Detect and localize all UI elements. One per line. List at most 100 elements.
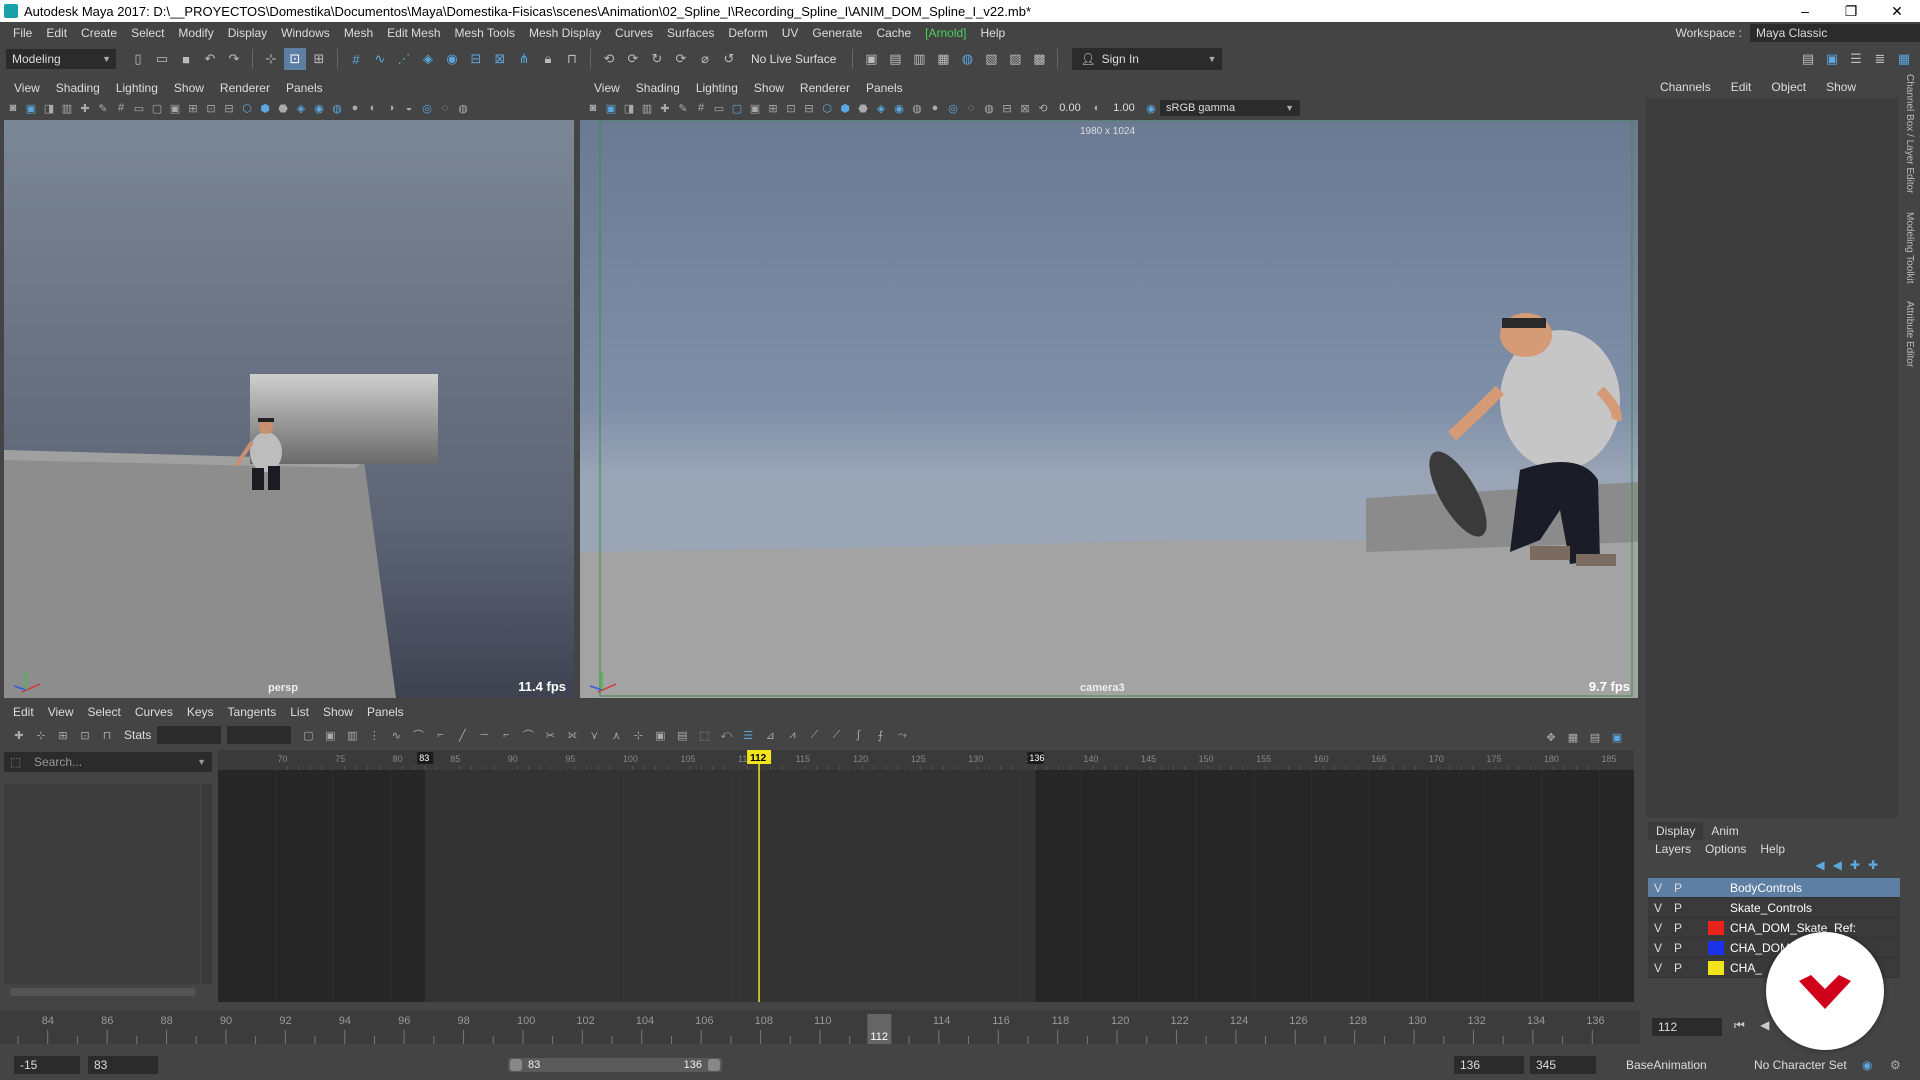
layer-visibility-toggle[interactable]: V bbox=[1648, 941, 1668, 955]
ambient-occlusion-icon[interactable]: ● bbox=[346, 99, 364, 117]
grid-icon[interactable]: # bbox=[112, 99, 130, 117]
xray-joints-icon[interactable]: ◍ bbox=[454, 99, 472, 117]
grease-pencil-icon[interactable]: ✎ bbox=[674, 99, 692, 117]
magnet-icon[interactable]: ⋔ bbox=[513, 48, 535, 70]
time-editor-icon[interactable]: ▣ bbox=[1606, 728, 1628, 746]
menu-modify[interactable]: Modify bbox=[171, 26, 220, 40]
wireframe-on-shaded-icon[interactable]: ⬣ bbox=[274, 99, 292, 117]
make-live-icon[interactable]: ◉ bbox=[441, 48, 463, 70]
pre-infinity-icon[interactable]: ⟋ bbox=[803, 726, 825, 744]
stacked-view-icon[interactable]: ☰ bbox=[737, 726, 759, 744]
layer-row[interactable]: V P BodyControls bbox=[1648, 878, 1900, 898]
preferences-icon[interactable]: ⚙ bbox=[1890, 1056, 1901, 1074]
layer-color-swatch[interactable] bbox=[1708, 940, 1724, 955]
textured-icon[interactable]: ◈ bbox=[292, 99, 310, 117]
tab-anim[interactable]: Anim bbox=[1703, 822, 1746, 840]
smooth-shade-icon[interactable]: ⬢ bbox=[256, 99, 274, 117]
layer-playback-toggle[interactable]: P bbox=[1668, 921, 1688, 935]
tab-attribute-editor[interactable]: Attribute Editor bbox=[1904, 301, 1915, 367]
layer-playback-toggle[interactable]: P bbox=[1668, 901, 1688, 915]
anim-layer-dropdown[interactable]: BaseAnimation bbox=[1626, 1056, 1707, 1074]
graph-menu-show[interactable]: Show bbox=[316, 705, 360, 719]
toggle-channel-box-icon[interactable]: ▩ bbox=[1028, 48, 1050, 70]
pan-zoom-icon[interactable]: ✚ bbox=[76, 99, 94, 117]
lock-tangent-weight-icon[interactable]: ⋏ bbox=[605, 726, 627, 744]
menu-create[interactable]: Create bbox=[74, 26, 124, 40]
toggle-channel-box-layout-icon[interactable]: ▦ bbox=[1893, 48, 1915, 70]
menu-mesh[interactable]: Mesh bbox=[337, 26, 380, 40]
safe-title-icon[interactable]: ⊟ bbox=[800, 99, 818, 117]
move-layer-up-icon[interactable]: ◀ bbox=[1815, 858, 1832, 872]
xray-icon[interactable]: ◌ bbox=[962, 99, 980, 117]
menu-curves[interactable]: Curves bbox=[608, 26, 660, 40]
resolution-gate-icon[interactable]: ▢ bbox=[148, 99, 166, 117]
layer-row[interactable]: V P Skate_Controls bbox=[1648, 898, 1900, 918]
graph-menu-keys[interactable]: Keys bbox=[180, 705, 221, 719]
snap-curve-icon[interactable]: ∿ bbox=[369, 48, 391, 70]
auto-load-icon[interactable]: ⊹ bbox=[627, 726, 649, 744]
safe-action-icon[interactable]: ⊡ bbox=[782, 99, 800, 117]
camera-attributes-icon[interactable]: ▣ bbox=[602, 99, 620, 117]
persp-viewport[interactable]: persp 11.4 fps bbox=[4, 120, 574, 698]
toggle-outliner-icon[interactable]: ≣ bbox=[1869, 48, 1891, 70]
graph-area[interactable]: 7075808590951001051101151201251301351401… bbox=[218, 750, 1634, 1002]
viewport-menu-view[interactable]: View bbox=[586, 81, 628, 95]
gamma-icon[interactable]: ◐ bbox=[1088, 99, 1106, 117]
range-start-handle[interactable] bbox=[510, 1059, 522, 1071]
image-plane-icon[interactable]: ▥ bbox=[638, 99, 656, 117]
layer-row[interactable]: V P CHA_DOM_Skate_Ref: bbox=[1648, 918, 1900, 938]
input-output-icon[interactable]: ⊟ bbox=[465, 48, 487, 70]
safe-title-icon[interactable]: ⊟ bbox=[220, 99, 238, 117]
viewport-menu-lighting[interactable]: Lighting bbox=[108, 81, 166, 95]
clamped-tangent-icon[interactable]: ⌐ bbox=[429, 726, 451, 744]
menu-surfaces[interactable]: Surfaces bbox=[660, 26, 721, 40]
free-tangent-weight-icon[interactable]: ⋎ bbox=[583, 726, 605, 744]
gate-mask-icon[interactable]: ▣ bbox=[746, 99, 764, 117]
new-layer-icon[interactable]: ✚ bbox=[1850, 858, 1868, 872]
viewport-menu-renderer[interactable]: Renderer bbox=[792, 81, 858, 95]
auto-key-icon[interactable]: ◉ bbox=[1862, 1056, 1872, 1074]
motion-blur-icon[interactable]: ◐ bbox=[364, 99, 382, 117]
menu-help[interactable]: Help bbox=[974, 26, 1013, 40]
sign-in-dropdown[interactable]: 👤︎ Sign In ▼ bbox=[1072, 48, 1223, 70]
render-globals-icon[interactable]: ▦ bbox=[932, 48, 954, 70]
graph-menu-panels[interactable]: Panels bbox=[360, 705, 411, 719]
layer-color-swatch[interactable] bbox=[1708, 920, 1724, 935]
viewport-menu-shading[interactable]: Shading bbox=[628, 81, 688, 95]
channel-box-menu-show[interactable]: Show bbox=[1816, 80, 1866, 94]
toggle-grid-icon[interactable]: ⊠ bbox=[1016, 99, 1034, 117]
outliner-vertical-scrollbar[interactable] bbox=[202, 784, 212, 984]
time-slider[interactable]: 84 86 88 90 92 94 96 98 100 102 104 106 108 110 112 114… bbox=[0, 1004, 1640, 1048]
camera-icon[interactable]: ◙ bbox=[584, 99, 602, 117]
select-component-icon[interactable]: ⊞ bbox=[308, 48, 330, 70]
render-sequence-icon[interactable]: ▤ bbox=[884, 48, 906, 70]
color-management-icon[interactable]: ◉ bbox=[1142, 99, 1160, 117]
color-space-dropdown[interactable]: sRGB gamma ▼ bbox=[1160, 100, 1300, 116]
unify-tangents-icon[interactable]: ⟗ bbox=[561, 726, 583, 744]
all-lights-icon[interactable]: ◉ bbox=[310, 99, 328, 117]
curve-filter-icon[interactable]: ⊿ bbox=[759, 726, 781, 744]
layer-visibility-toggle[interactable]: V bbox=[1648, 961, 1668, 975]
resample-icon[interactable]: ⩘ bbox=[781, 726, 803, 744]
menu-edit-mesh[interactable]: Edit Mesh bbox=[380, 26, 447, 40]
camera-attributes-icon[interactable]: ▣ bbox=[22, 99, 40, 117]
wireframe-icon[interactable]: ⬡ bbox=[818, 99, 836, 117]
center-current-time-icon[interactable]: ⋮ bbox=[363, 726, 385, 744]
viewport-menu-lighting[interactable]: Lighting bbox=[688, 81, 746, 95]
xray-icon[interactable]: ◌ bbox=[436, 99, 454, 117]
playback-end-field[interactable]: 136 bbox=[1454, 1056, 1524, 1074]
construction-history-icon[interactable]: ⊠ bbox=[489, 48, 511, 70]
step-tangent-icon[interactable]: ⌐ bbox=[495, 726, 517, 744]
all-lights-icon[interactable]: ◉ bbox=[890, 99, 908, 117]
select-object-icon[interactable]: ⊡ bbox=[284, 48, 306, 70]
viewport-menu-show[interactable]: Show bbox=[746, 81, 792, 95]
viewport-menu-panels[interactable]: Panels bbox=[858, 81, 911, 95]
menu-arnold[interactable]: [Arnold] bbox=[918, 26, 973, 40]
film-gate-icon[interactable]: ▭ bbox=[710, 99, 728, 117]
anti-aliasing-icon[interactable]: ◑ bbox=[382, 99, 400, 117]
move-layer-down-icon[interactable]: ◀ bbox=[1833, 858, 1850, 872]
viewport-menu-shading[interactable]: Shading bbox=[48, 81, 108, 95]
lattice-deform-icon[interactable]: ⊞ bbox=[52, 726, 74, 744]
field-chart-icon[interactable]: ⊞ bbox=[184, 99, 202, 117]
swap-buffer-icon[interactable]: ▤ bbox=[671, 726, 693, 744]
